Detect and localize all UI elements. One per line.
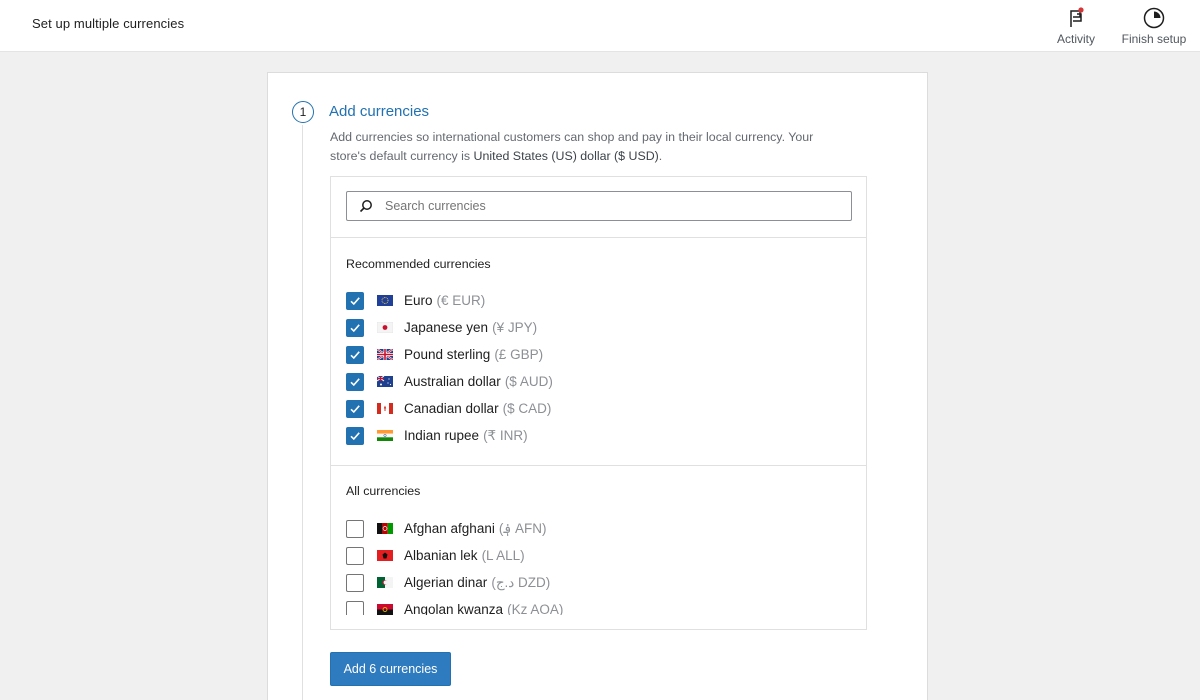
step-title: Add currencies bbox=[329, 103, 430, 120]
top-bar: Set up multiple currencies Activity Fini… bbox=[0, 0, 1200, 52]
checkmark-icon bbox=[350, 377, 360, 386]
currency-checkbox[interactable] bbox=[346, 600, 364, 615]
flag-icon bbox=[377, 403, 393, 414]
currency-name: Indian rupee bbox=[404, 428, 480, 443]
currency-code: ($ AUD) bbox=[504, 374, 553, 389]
recommended-list: Euro (€ EUR) Japanese yen (¥ JPY) Pound ster… bbox=[346, 287, 553, 449]
currency-code: (€ EUR) bbox=[436, 293, 486, 308]
progress-circle-icon bbox=[1143, 7, 1165, 29]
all-currencies-list[interactable]: Afghan afghani (؋ AFN) Albanian lek (L ALL)… bbox=[346, 515, 846, 615]
currency-name: Japanese yen bbox=[404, 320, 489, 335]
currency-selector: Recommended currencies Euro(€ EUR)Japane… bbox=[330, 176, 867, 630]
finish-setup-button[interactable]: Finish setup bbox=[1118, 6, 1190, 46]
currency-code: (₹ INR) bbox=[483, 427, 528, 443]
currency-checkbox[interactable] bbox=[346, 519, 364, 538]
currency-option[interactable]: Angolan kwanza (Kz AOA) bbox=[346, 596, 846, 615]
checkmark-icon bbox=[350, 296, 360, 305]
currency-name: Canadian dollar bbox=[404, 401, 499, 416]
currency-name: Afghan afghani bbox=[404, 521, 495, 536]
currency-option[interactable]: Algerian dinar (د.ج DZD) bbox=[346, 569, 846, 596]
flag-icon bbox=[377, 349, 393, 360]
currency-option[interactable]: Albanian lek (L ALL) bbox=[346, 542, 846, 569]
search-area bbox=[331, 177, 866, 238]
currency-option[interactable]: Australian dollar ($ AUD) bbox=[346, 368, 553, 395]
page-title: Set up multiple currencies bbox=[32, 16, 185, 31]
checkmark-icon bbox=[350, 431, 360, 440]
currency-checkbox[interactable] bbox=[346, 399, 364, 418]
currency-name: Albanian lek bbox=[404, 548, 478, 563]
flag-icon bbox=[377, 523, 393, 534]
search-field[interactable] bbox=[346, 191, 852, 221]
currency-checkbox[interactable] bbox=[346, 573, 364, 592]
add-currencies-button[interactable]: Add 6 currencies bbox=[330, 652, 451, 686]
currency-code: (L ALL) bbox=[481, 548, 525, 563]
step-connector bbox=[302, 125, 303, 700]
step-number: 1 bbox=[292, 101, 314, 123]
currency-code: (؋ AFN) bbox=[498, 520, 547, 536]
checkmark-icon bbox=[350, 350, 360, 359]
flag-icon bbox=[377, 550, 393, 561]
currency-checkbox[interactable] bbox=[346, 546, 364, 565]
currency-checkbox[interactable] bbox=[346, 426, 364, 445]
currency-code: (£ GBP) bbox=[494, 347, 544, 362]
flag-icon bbox=[377, 322, 393, 333]
checkmark-icon bbox=[350, 323, 360, 332]
currency-option[interactable]: Euro (€ EUR) bbox=[346, 287, 553, 314]
currency-name: Algerian dinar bbox=[404, 575, 488, 590]
currency-checkbox[interactable] bbox=[346, 318, 364, 337]
flag-icon bbox=[377, 604, 393, 615]
search-icon bbox=[359, 200, 372, 213]
step-description: Add currencies so international customer… bbox=[330, 128, 850, 166]
flag-icon bbox=[377, 376, 393, 387]
search-input[interactable] bbox=[385, 199, 825, 213]
activity-label: Activity bbox=[1056, 32, 1095, 46]
currency-name: Pound sterling bbox=[404, 347, 491, 362]
currency-option[interactable]: Japanese yen (¥ JPY) bbox=[346, 314, 553, 341]
description-suffix: . bbox=[658, 149, 663, 163]
activity-button[interactable]: Activity bbox=[1054, 6, 1098, 46]
all-currencies-heading: All currencies bbox=[346, 484, 421, 498]
flag-icon bbox=[377, 430, 393, 441]
currency-code: (د.ج DZD) bbox=[491, 574, 551, 590]
currency-code: ($ CAD) bbox=[502, 401, 552, 416]
checkmark-icon bbox=[350, 404, 360, 413]
notification-dot bbox=[1078, 7, 1084, 13]
currency-checkbox[interactable] bbox=[346, 372, 364, 391]
currency-name: Australian dollar bbox=[404, 374, 501, 389]
setup-card: 1 Add currencies Add currencies so inter… bbox=[267, 72, 928, 700]
currency-option[interactable]: Pound sterling (£ GBP) bbox=[346, 341, 553, 368]
recommended-heading: Recommended currencies bbox=[346, 257, 491, 271]
currency-option[interactable]: Indian rupee (₹ INR) bbox=[346, 422, 553, 449]
finish-setup-label: Finish setup bbox=[1121, 32, 1187, 46]
currency-code: (Kz AOA) bbox=[507, 602, 564, 615]
currency-name: Angolan kwanza bbox=[404, 602, 504, 615]
recommended-section: Recommended currencies Euro (€ EUR) Japane… bbox=[331, 238, 866, 466]
flag-icon bbox=[1070, 7, 1084, 27]
flag-icon bbox=[377, 295, 393, 306]
flag-icon bbox=[377, 577, 393, 588]
currency-name: Euro bbox=[404, 293, 433, 308]
currency-option[interactable]: Canadian dollar ($ CAD) bbox=[346, 395, 553, 422]
currency-option[interactable]: Afghan afghani (؋ AFN) bbox=[346, 515, 846, 542]
currency-checkbox[interactable] bbox=[346, 345, 364, 364]
currency-checkbox[interactable] bbox=[346, 291, 364, 310]
default-currency: United States (US) dollar ($ USD) bbox=[473, 149, 659, 163]
currency-code: (¥ JPY) bbox=[492, 320, 538, 335]
